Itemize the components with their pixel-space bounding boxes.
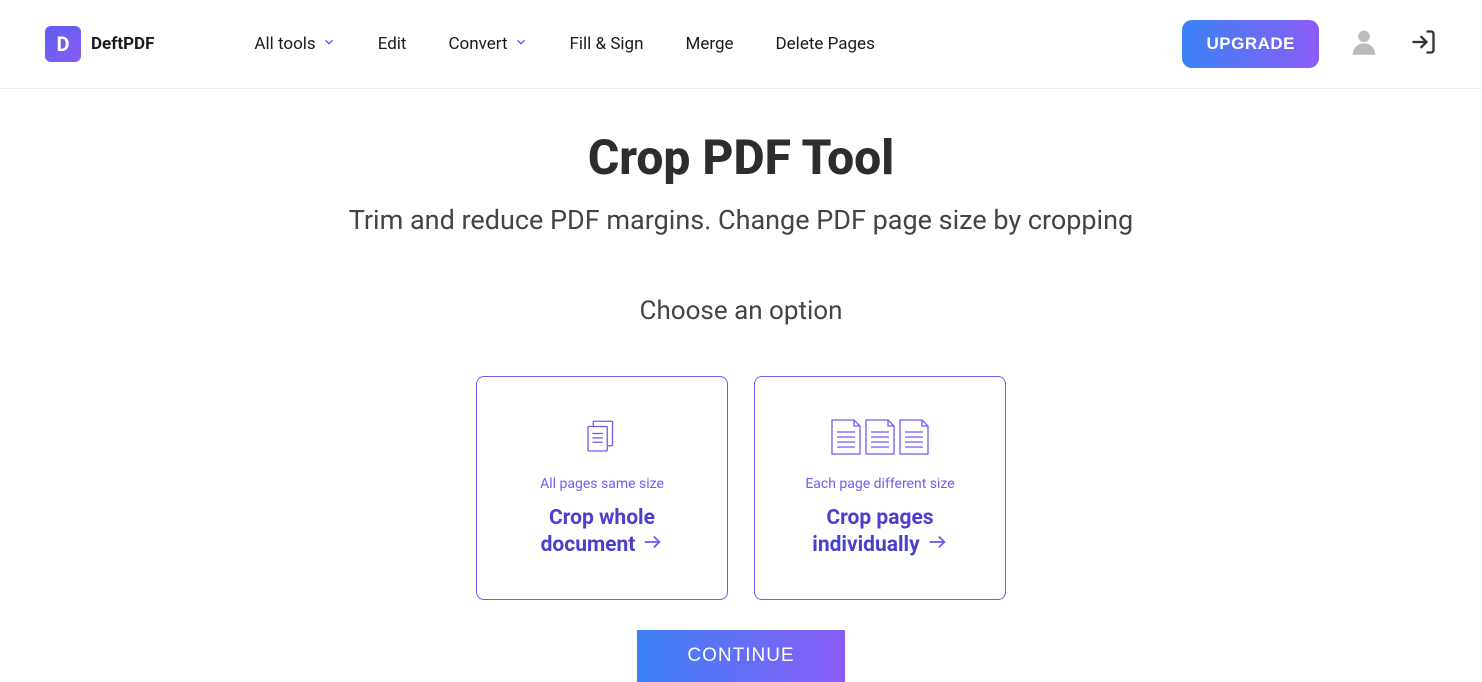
header: D DeftPDF All tools Edit Convert Fill & … — [0, 0, 1482, 89]
header-right: UPGRADE — [1182, 20, 1437, 68]
card-title-line2: document — [541, 533, 636, 558]
signin-icon[interactable] — [1409, 28, 1437, 60]
arrow-right-icon — [641, 531, 663, 560]
nav-edit[interactable]: Edit — [378, 34, 407, 54]
avatar-icon[interactable] — [1347, 25, 1381, 63]
documents-icon — [581, 416, 623, 462]
continue-button[interactable]: CONTINUE — [637, 630, 844, 682]
choose-label: Choose an option — [0, 296, 1482, 326]
card-title-line1: Crop pages — [826, 506, 933, 531]
nav-merge[interactable]: Merge — [685, 34, 733, 54]
nav-label: Delete Pages — [776, 34, 875, 54]
chevron-down-icon — [514, 34, 528, 54]
logo[interactable]: D DeftPDF — [45, 26, 154, 62]
chevron-down-icon — [322, 34, 336, 54]
card-title: Crop whole document — [541, 506, 664, 560]
main: Crop PDF Tool Trim and reduce PDF margin… — [0, 89, 1482, 682]
nav-label: Merge — [685, 34, 733, 54]
page-subtitle: Trim and reduce PDF margins. Change PDF … — [0, 204, 1482, 236]
nav-label: Edit — [378, 34, 407, 54]
nav-convert[interactable]: Convert — [448, 34, 527, 54]
nav-fill-sign[interactable]: Fill & Sign — [570, 34, 644, 54]
card-subtext: All pages same size — [540, 476, 664, 492]
main-nav: All tools Edit Convert Fill & Sign Merge… — [254, 34, 1182, 54]
logo-icon: D — [45, 26, 81, 62]
card-title: Crop pages individually — [812, 506, 947, 560]
nav-delete-pages[interactable]: Delete Pages — [776, 34, 875, 54]
card-title-line1: Crop whole — [549, 506, 655, 531]
nav-label: Fill & Sign — [570, 34, 644, 54]
nav-label: Convert — [448, 34, 507, 54]
upgrade-button[interactable]: UPGRADE — [1182, 20, 1319, 68]
card-subtext: Each page different size — [805, 476, 954, 492]
nav-label: All tools — [254, 34, 315, 54]
option-crop-individual[interactable]: Each page different size Crop pages indi… — [754, 376, 1006, 600]
option-crop-whole[interactable]: All pages same size Crop whole document — [476, 376, 728, 600]
arrow-right-icon — [926, 531, 948, 560]
card-title-line2: individually — [812, 533, 919, 558]
options-row: All pages same size Crop whole document — [0, 376, 1482, 600]
page-title: Crop PDF Tool — [0, 129, 1482, 186]
logo-text: DeftPDF — [91, 34, 154, 54]
pages-icon — [830, 416, 930, 462]
nav-all-tools[interactable]: All tools — [254, 34, 335, 54]
